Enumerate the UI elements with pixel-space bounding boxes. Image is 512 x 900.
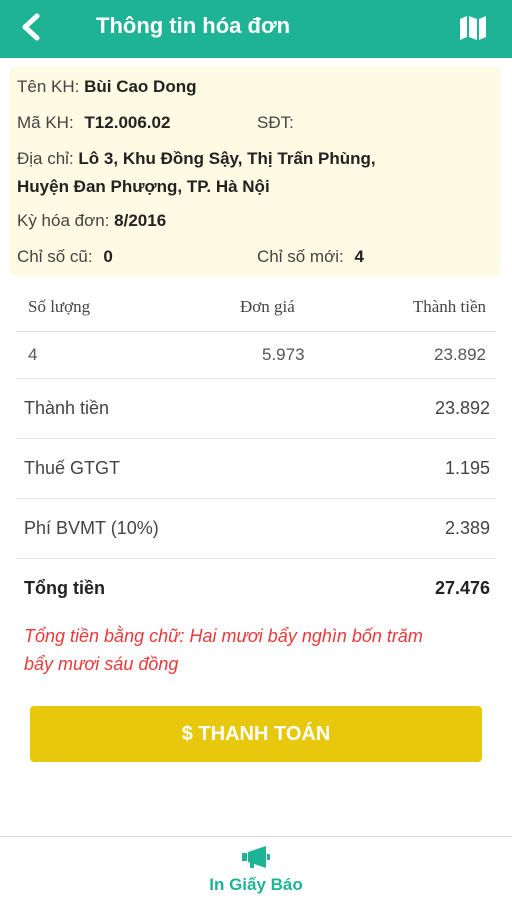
- customer-info-card: Tên KH: Bùi Cao Dong Mã KH: T12.006.02 S…: [9, 66, 501, 276]
- new-index-row: Chỉ số mới: 4: [257, 246, 364, 268]
- env-fee-value: 2.389: [444, 518, 490, 538]
- map-button[interactable]: [458, 14, 490, 44]
- megaphone-icon: [242, 846, 270, 868]
- vat-label: Thuế GTGT: [24, 458, 121, 478]
- customer-name-label: Tên KH:: [17, 77, 80, 96]
- pay-button[interactable]: $ THANH TOÁN: [30, 706, 482, 762]
- page-title: Thông tin hóa đơn: [96, 13, 291, 38]
- customer-code-label: Mã KH:: [17, 113, 74, 132]
- amount-in-words: Tổng tiền bằng chữ: Hai mươi bẩy nghìn b…: [24, 622, 494, 678]
- vat-row: Thuế GTGT 1.195: [16, 438, 496, 498]
- map-icon: [460, 16, 486, 40]
- customer-code-row: Mã KH: T12.006.02: [17, 112, 170, 134]
- bottom-action-bar: In Giấy Báo: [0, 836, 512, 900]
- customer-name: Bùi Cao Dong: [84, 77, 197, 96]
- env-fee-row: Phí BVMT (10%) 2.389: [16, 498, 496, 558]
- column-header-unit-price: Đơn giá: [240, 297, 295, 316]
- customer-name-row: Tên KH: Bùi Cao Dong: [17, 76, 196, 98]
- subtotal-label: Thành tiền: [24, 398, 110, 418]
- total-value: 27.476: [434, 578, 490, 598]
- top-app-bar: Thông tin hóa đơn: [0, 0, 512, 58]
- env-fee-label: Phí BVMT (10%): [24, 518, 159, 538]
- billing-period-label: Kỳ hóa đơn:: [17, 211, 110, 230]
- back-button[interactable]: [14, 10, 48, 44]
- column-header-quantity: Số lượng: [28, 297, 91, 316]
- old-index-row: Chỉ số cũ: 0: [17, 246, 113, 268]
- vat-value: 1.195: [444, 458, 490, 478]
- column-header-amount: Thành tiền: [412, 297, 486, 316]
- table-row: 4 5.973 23.892: [16, 332, 496, 378]
- billing-period-row: Kỳ hóa đơn: 8/2016: [17, 210, 166, 232]
- total-label: Tổng tiền: [24, 578, 105, 598]
- row-amount: 23.892: [434, 345, 486, 364]
- customer-code: T12.006.02: [84, 113, 171, 132]
- print-notice-button[interactable]: In Giấy Báo: [190, 843, 322, 897]
- phone-row: SĐT:: [257, 112, 294, 134]
- subtotal-value: 23.892: [434, 398, 490, 418]
- phone-label: SĐT:: [257, 113, 294, 132]
- old-index: 0: [103, 247, 113, 266]
- print-notice-label: In Giấy Báo: [209, 875, 303, 894]
- address-row: Địa chỉ: Lô 3, Khu Đồng Sậy, Thị Trấn Ph…: [17, 148, 376, 170]
- chevron-left-icon: [22, 13, 40, 41]
- row-quantity: 4: [28, 345, 38, 364]
- row-unit-price: 5.973: [262, 345, 305, 364]
- address-label: Địa chỉ:: [17, 149, 74, 168]
- address-line-1: Lô 3, Khu Đồng Sậy, Thị Trấn Phùng,: [78, 149, 376, 168]
- subtotal-row: Thành tiền 23.892: [16, 378, 496, 438]
- new-index: 4: [354, 247, 364, 266]
- amount-in-words-line-1: Tổng tiền bằng chữ: Hai mươi bẩy nghìn b…: [24, 626, 423, 646]
- total-row: Tổng tiền 27.476: [16, 558, 496, 618]
- old-index-label: Chỉ số cũ:: [17, 247, 93, 266]
- address-line-2: Huyện Đan Phượng, TP. Hà Nội: [17, 177, 270, 196]
- new-index-label: Chỉ số mới:: [257, 247, 344, 266]
- address-row-2: Huyện Đan Phượng, TP. Hà Nội: [17, 176, 270, 198]
- billing-period: 8/2016: [114, 211, 167, 230]
- amount-in-words-line-2: bẩy mươi sáu đồng: [24, 654, 179, 674]
- table-header: Số lượng Đơn giá Thành tiền: [16, 284, 496, 332]
